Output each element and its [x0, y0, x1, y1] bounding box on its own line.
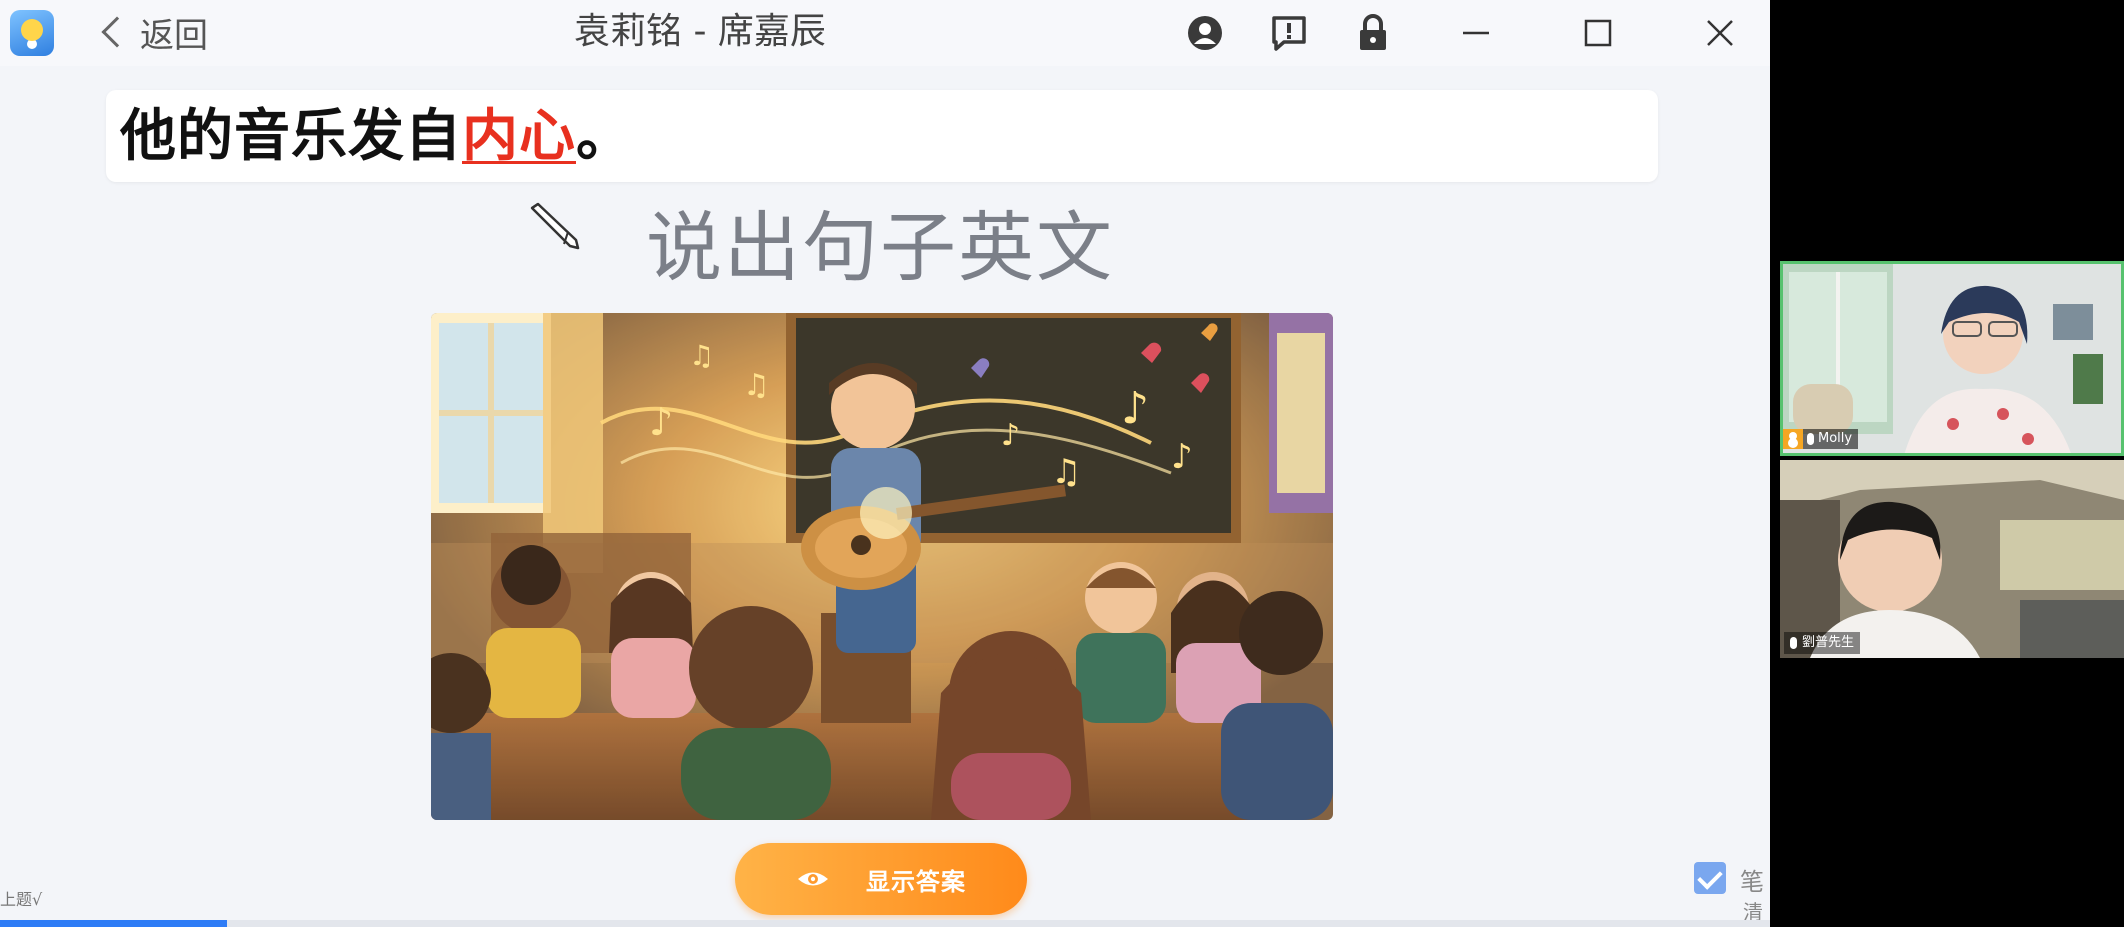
user-circle-icon[interactable] [1182, 10, 1228, 56]
title-bar: 返回 袁莉铭 - 席嘉辰 [0, 0, 1770, 66]
lesson-progress-bar [0, 920, 1770, 927]
back-label: 返回 [140, 15, 208, 56]
maximize-icon[interactable] [1568, 8, 1628, 58]
pen-tool-label[interactable]: 笔 [1740, 862, 1764, 897]
chevron-left-icon [101, 16, 133, 48]
sentence-card: 他的音乐发自内心。 [106, 90, 1658, 182]
previous-question-label[interactable]: 上题√ [0, 886, 42, 910]
sentence-highlight: 内心 [462, 104, 576, 169]
participant-name-tag: Molly [1803, 429, 1859, 449]
video-tile-student[interactable]: 劉普先生 [1780, 460, 2124, 658]
chinese-sentence: 他的音乐发自内心。 [120, 102, 633, 172]
mic-icon [1790, 637, 1797, 649]
show-answer-button[interactable]: 显示答案 [735, 843, 1027, 915]
participant-name: 劉普先生 [1802, 635, 1855, 650]
app-logo [10, 10, 54, 56]
show-answer-label: 显示答案 [866, 867, 966, 896]
lock-icon[interactable] [1350, 10, 1396, 56]
participant-name-tag: 劉普先生 [1784, 632, 1861, 654]
video-tile-teacher[interactable]: Molly [1780, 261, 2124, 456]
classroom-window: 返回 袁莉铭 - 席嘉辰 他的音乐发自内心。 说出句子英文 ♫ ♫ ♪ ♪ ♪ … [0, 0, 1770, 927]
checkbox-icon[interactable] [1694, 862, 1726, 894]
mic-icon [1807, 433, 1814, 445]
feedback-icon[interactable] [1266, 10, 1312, 56]
pen-cursor-icon [524, 202, 584, 252]
window-title: 袁莉铭 - 席嘉辰 [574, 11, 826, 52]
sentence-suffix: 。 [576, 104, 633, 169]
back-button[interactable]: 返回 [96, 8, 208, 56]
host-badge-icon [1783, 429, 1803, 449]
lesson-progress-fill [0, 920, 227, 927]
sentence-prefix: 他的音乐发自 [120, 104, 462, 169]
participant-name: Molly [1818, 431, 1853, 446]
lesson-illustration: ♫ ♫ ♪ ♪ ♪ ♫ ♪ [431, 313, 1333, 820]
eye-icon [798, 872, 828, 886]
minimize-icon[interactable] [1446, 8, 1506, 58]
close-icon[interactable] [1690, 8, 1750, 58]
task-prompt: 说出句子英文 [646, 203, 1114, 292]
